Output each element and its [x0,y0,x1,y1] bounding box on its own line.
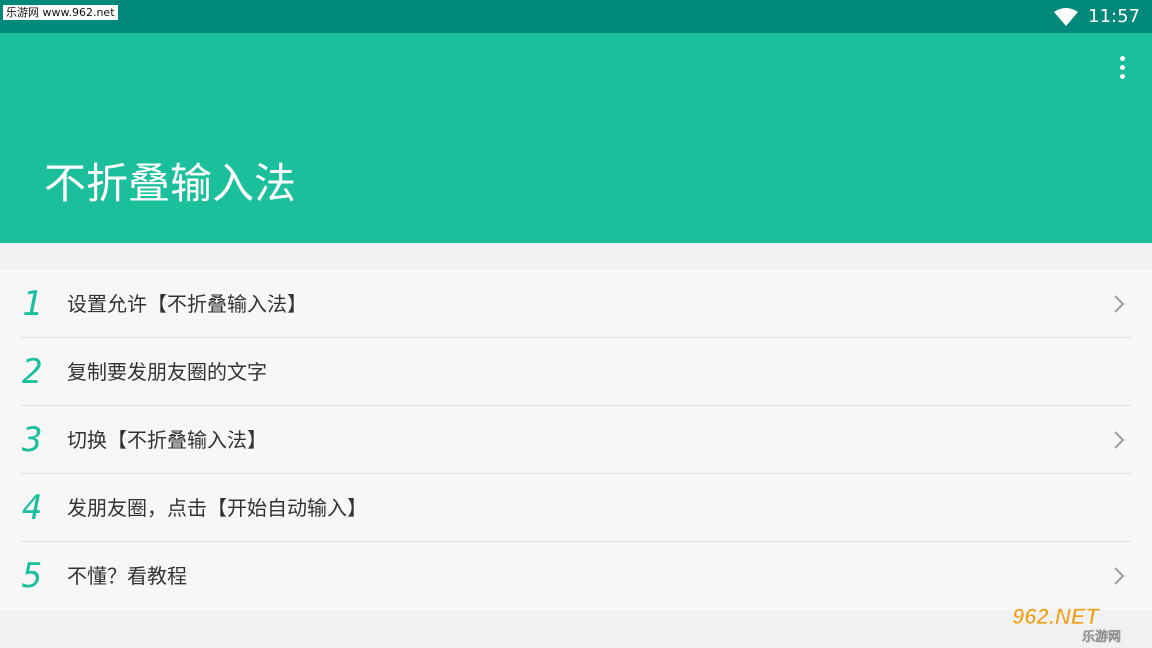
step-number: 1 [22,284,43,324]
step-item-1[interactable]: 1 设置允许【不折叠输入法】 [0,270,1152,338]
step-item-2[interactable]: 2 复制要发朋友圈的文字 [0,338,1152,406]
step-item-3[interactable]: 3 切换【不折叠输入法】 [0,406,1152,474]
step-number: 3 [22,420,43,460]
step-label: 复制要发朋友圈的文字 [67,360,267,384]
chevron-right-icon [1114,431,1125,449]
watermark-brand: 962.NET [1012,604,1100,629]
status-icons: 11:57 [1054,0,1140,33]
app-bar: 不折叠输入法 [0,33,1152,243]
more-vert-icon[interactable] [1110,53,1134,81]
step-item-5[interactable]: 5 不懂？看教程 [0,542,1152,610]
watermark-text: 乐游网 www.962.net [3,5,118,20]
step-number: 4 [22,488,43,528]
chevron-right-icon [1114,295,1125,313]
status-clock: 11:57 [1088,6,1140,27]
watermark-tagline: 乐游网 [1082,629,1121,644]
watermark-logo: 962.NET 乐游网 [1012,604,1121,644]
step-number: 5 [22,556,43,596]
step-label: 发朋友圈，点击【开始自动输入】 [67,496,367,520]
step-label: 设置允许【不折叠输入法】 [67,292,307,316]
step-number: 2 [22,352,43,392]
wifi-icon [1054,7,1079,26]
step-label: 不懂？看教程 [67,564,187,588]
steps-list: 1 设置允许【不折叠输入法】 2 复制要发朋友圈的文字 3 切换【不折叠输入法】… [0,270,1152,610]
step-label: 切换【不折叠输入法】 [67,428,267,452]
status-bar: 乐游网 www.962.net 11:57 [0,0,1152,33]
step-item-4[interactable]: 4 发朋友圈，点击【开始自动输入】 [0,474,1152,542]
chevron-right-icon [1114,567,1125,585]
app-title: 不折叠输入法 [44,159,297,208]
